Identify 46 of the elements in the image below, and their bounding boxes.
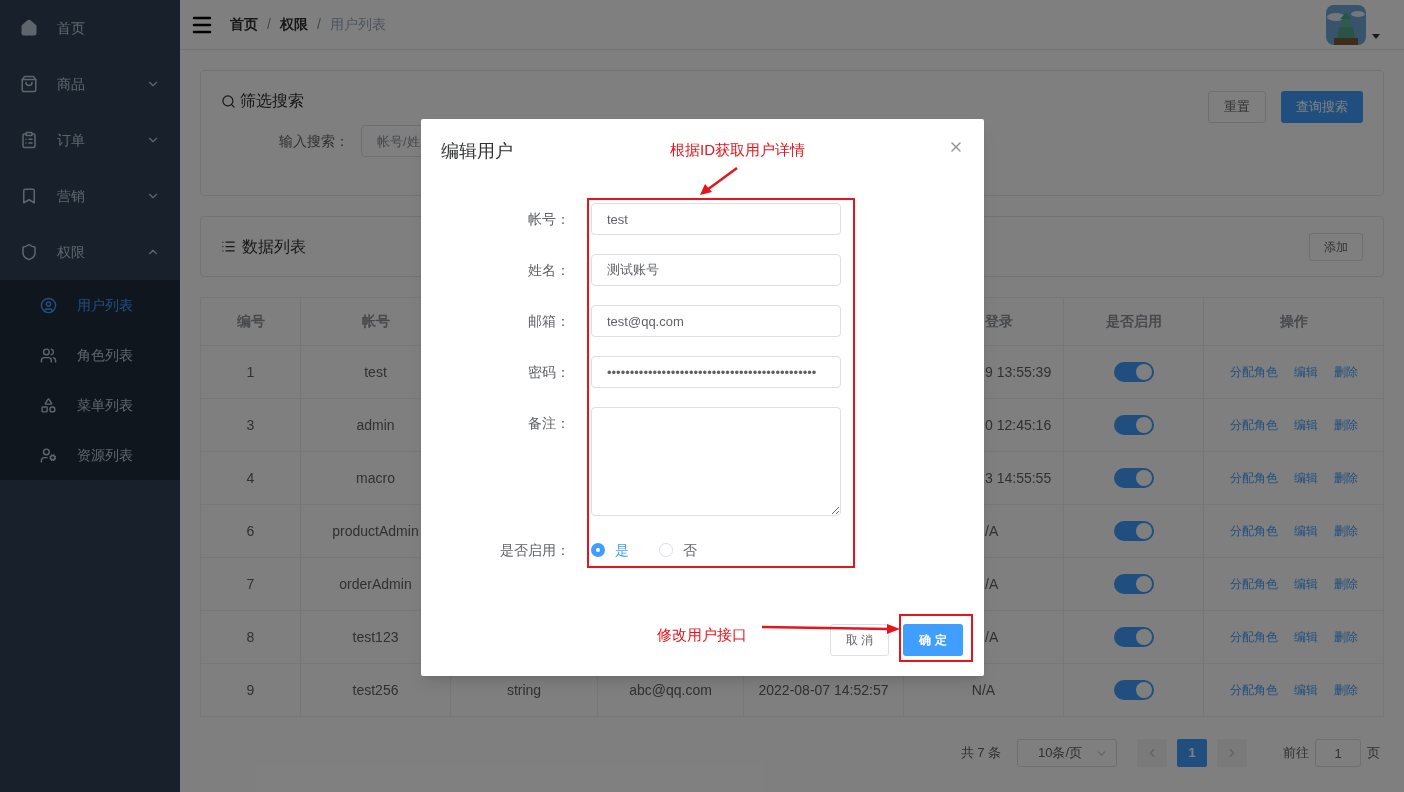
card-title: 数据列表 [242, 236, 306, 257]
menu-label: 订单 [57, 130, 86, 150]
field-label: 帐号： [527, 210, 571, 229]
table-cell-text: admin [356, 415, 395, 435]
table-cell-text: 8 [246, 627, 255, 647]
table-cell-text: 3 [246, 415, 255, 435]
menu-label: 权限 [57, 242, 86, 262]
table-cell-text: /A [985, 627, 999, 647]
field-label: 邮箱： [527, 312, 571, 331]
table-cell-text: 2022-08-07 14:52:57 [758, 680, 889, 700]
menu-label: 营销 [57, 186, 86, 206]
field-label: 是否启用： [499, 540, 571, 560]
table-cell-text: N/A [971, 680, 996, 700]
table-cell-text: test123 [352, 627, 399, 647]
table-cell-text: 1 [246, 362, 255, 382]
breadcrumb-separator: / [316, 15, 321, 34]
table-cell-text: 0 12:45:16 [985, 415, 1052, 435]
table-cell-text: string [506, 680, 542, 700]
card-title: 筛选搜索 [240, 91, 304, 111]
page-suffix: 页 [1367, 744, 1380, 763]
table-cell-text: test [364, 362, 387, 382]
table-cell-text: 7 [246, 574, 255, 594]
table-cell-text: productAdmin [332, 521, 419, 541]
table-cell-text: 9 13:55:39 [985, 362, 1052, 382]
table-cell-text: test256 [352, 680, 399, 700]
field-label: 密码： [527, 363, 571, 382]
table-cell-text: 6 [246, 521, 255, 541]
table-cell-text: abc@qq.com [629, 680, 712, 700]
table-cell-text: macro [356, 468, 395, 488]
field-label: 姓名： [527, 261, 571, 280]
table-cell-text: /A [985, 574, 999, 594]
goto-label: 前往 [1283, 744, 1309, 763]
total-count: 共 7 条 [960, 744, 1001, 763]
annotation-text: 修改用户接口 [657, 625, 747, 645]
menu-label: 商品 [57, 74, 86, 94]
field-label: 备注： [527, 414, 571, 433]
breadcrumb-separator: / [267, 15, 271, 34]
table-cell-text: /A [985, 521, 999, 541]
table-cell-text: 9 [246, 680, 255, 700]
table-cell-text: orderAdmin [339, 574, 412, 594]
table-cell-text: 3 14:55:55 [985, 468, 1052, 488]
dialog-title: 编辑用户 [441, 140, 513, 163]
field-label: 输入搜索： [279, 131, 350, 151]
annotation-text: 根据ID获取用户详情 [670, 140, 805, 160]
menu-label: 首页 [57, 18, 86, 38]
table-cell-text: 4 [246, 468, 255, 488]
